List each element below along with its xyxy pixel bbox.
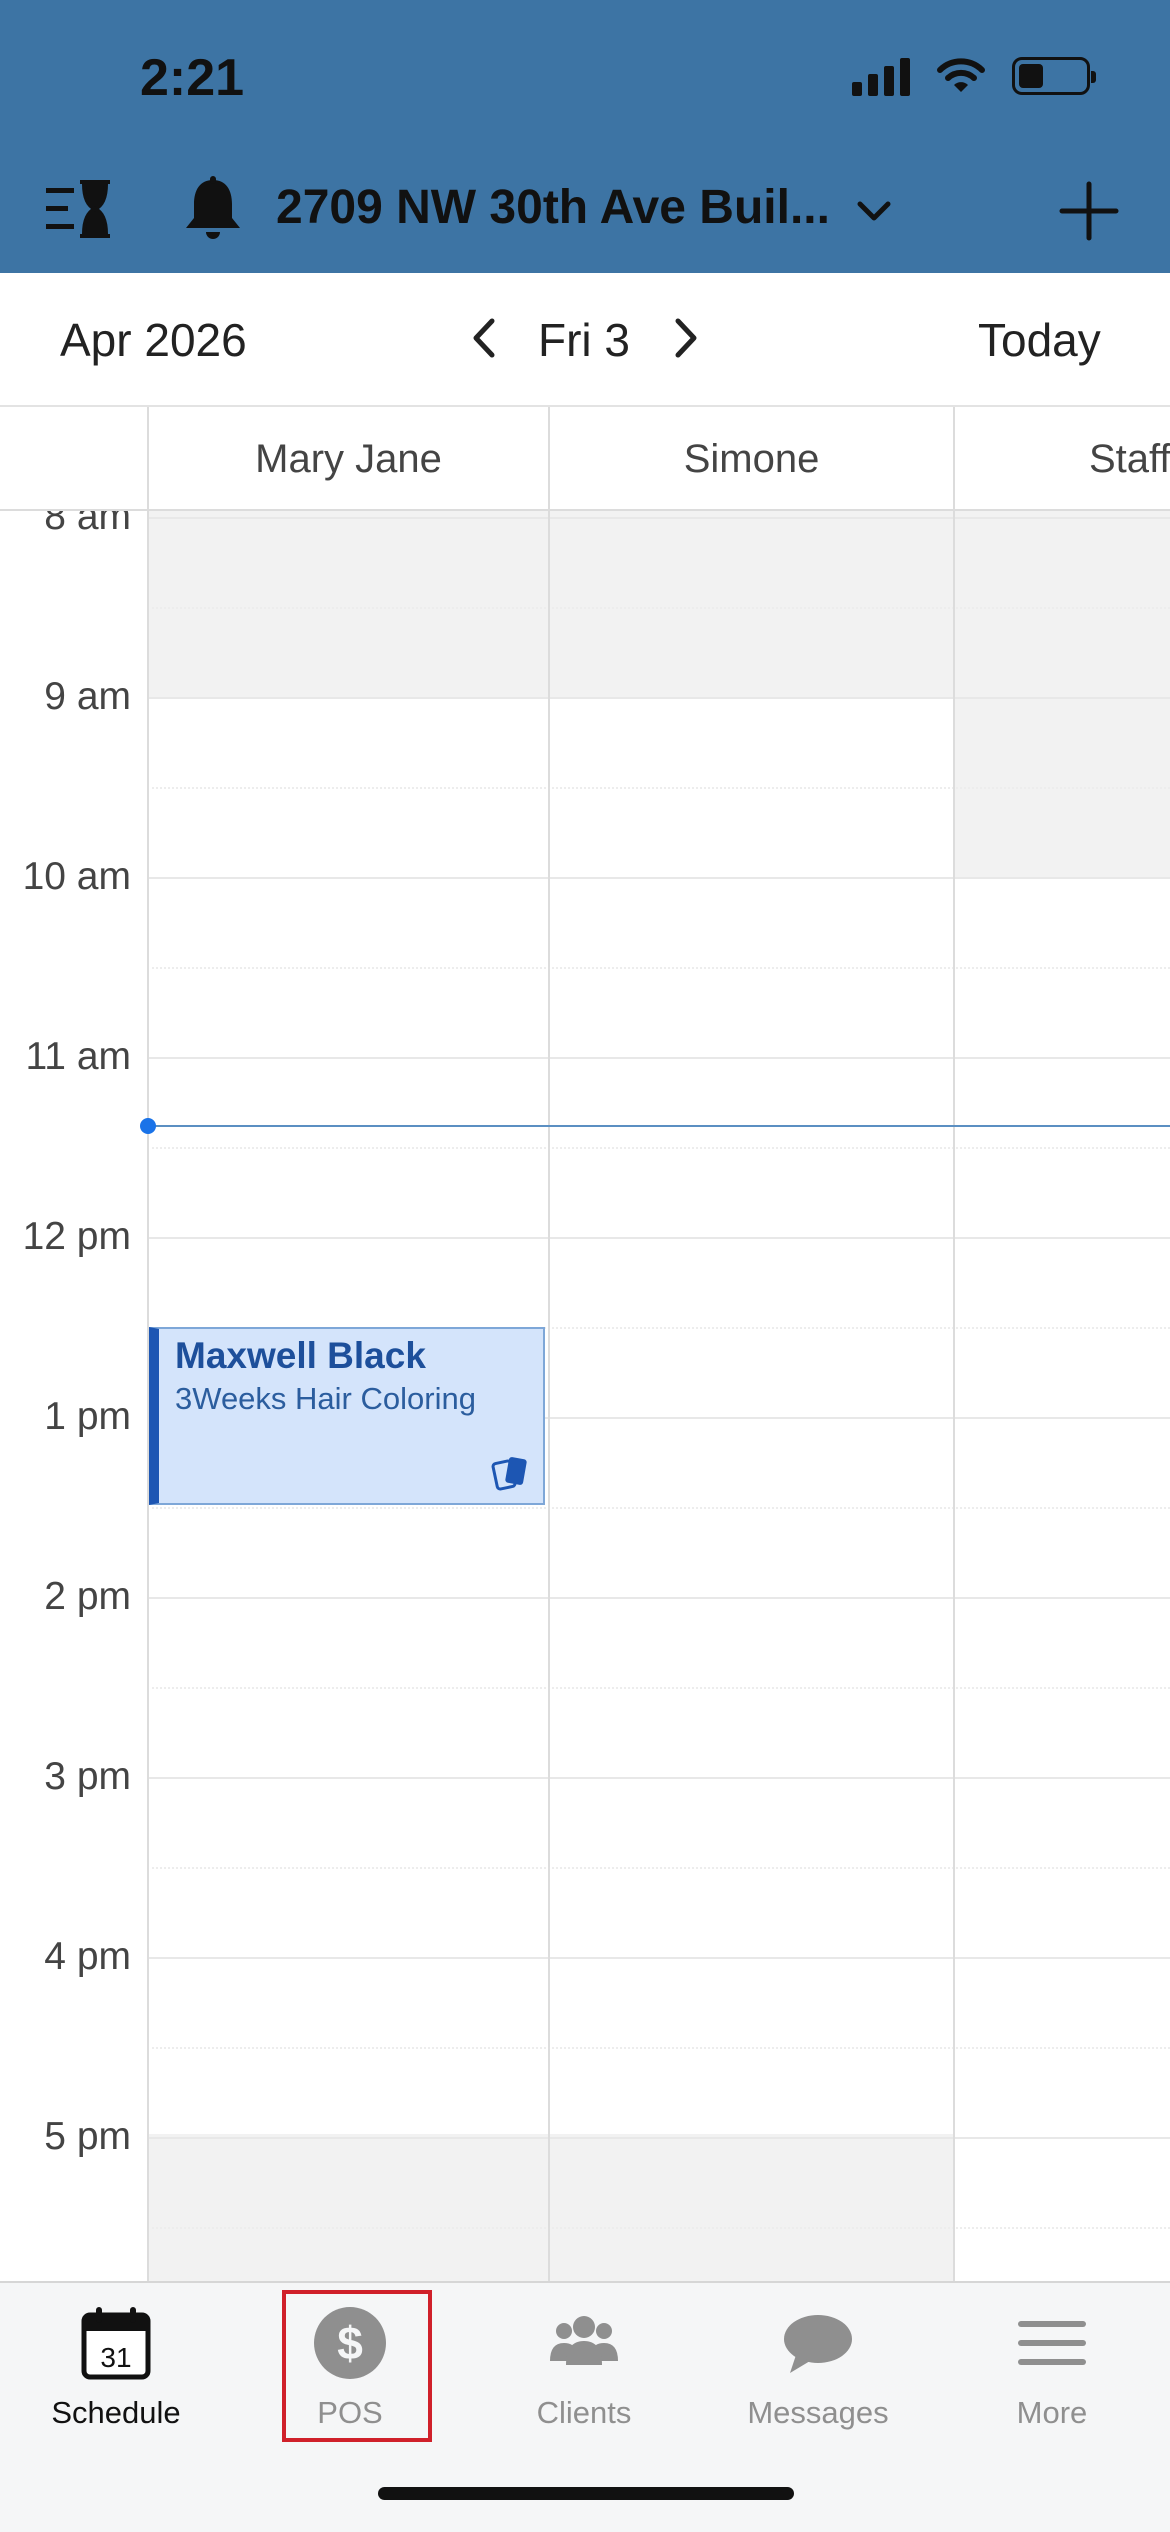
day-label[interactable]: Fri 3 (538, 313, 630, 367)
half-hour-line (147, 2227, 1170, 2229)
time-label: 12 pm (22, 1215, 131, 1258)
tab-more[interactable]: More (952, 2303, 1152, 2453)
tab-messages[interactable]: Messages (718, 2303, 918, 2453)
tab-label: Schedule (51, 2395, 181, 2430)
pos-highlight-box (282, 2290, 432, 2442)
hour-line (147, 1597, 1170, 1599)
half-hour-line (147, 1147, 1170, 1149)
staff-column-header[interactable]: Mary Jane (147, 407, 548, 511)
chevron-left-icon[interactable] (462, 315, 508, 361)
unavailable-block (548, 2134, 953, 2281)
date-navigation: Apr 2026 Fri 3 Today (0, 273, 1170, 407)
unavailable-block (147, 511, 548, 697)
month-label[interactable]: Apr 2026 (60, 313, 247, 367)
time-label: 2 pm (44, 1575, 131, 1618)
appointment-service: 3Weeks Hair Coloring (175, 1381, 476, 1416)
column-divider (548, 511, 550, 2281)
wifi-icon (937, 58, 985, 92)
chevron-down-icon[interactable] (852, 190, 896, 234)
calendar-icon: 31 (81, 2307, 151, 2380)
time-label: 3 pm (44, 1755, 131, 1798)
tab-label: More (1016, 2395, 1088, 2430)
location-selector[interactable]: 2709 NW 30th Ave Buil... (276, 180, 830, 235)
half-hour-line (147, 1507, 1170, 1509)
time-label: 9 am (44, 675, 131, 718)
unavailable-block (953, 511, 1170, 877)
app-header: 2:21 2709 NW 30th Ave Buil... (0, 0, 1170, 273)
hour-line (147, 1777, 1170, 1779)
hour-line (147, 517, 1170, 519)
tab-clients[interactable]: Clients (484, 2303, 684, 2453)
cards-icon (491, 1457, 527, 1491)
current-time-dot (140, 1118, 156, 1134)
time-label: 8 am (44, 511, 131, 538)
tab-schedule[interactable]: 31 Schedule (16, 2303, 216, 2453)
current-time-line (147, 1125, 1170, 1127)
menu-icon (1018, 2321, 1086, 2365)
half-hour-line (147, 2047, 1170, 2049)
staff-column-header[interactable]: Simone (548, 407, 953, 511)
staff-column-header[interactable]: Staff (953, 407, 1170, 511)
home-indicator (378, 2487, 794, 2500)
tab-label: Messages (747, 2395, 889, 2430)
tab-label: Clients (536, 2395, 632, 2430)
status-time: 2:21 (140, 49, 245, 107)
unavailable-block (548, 511, 953, 697)
column-divider (953, 511, 955, 2281)
svg-text:31: 31 (100, 2342, 131, 2373)
staff-header: Mary Jane Simone Staff (0, 407, 1170, 511)
status-icons (852, 56, 1096, 96)
hour-line (147, 1957, 1170, 1959)
unavailable-block (147, 2134, 548, 2281)
hour-line (147, 697, 1170, 699)
time-label: 11 am (25, 1035, 132, 1078)
time-label: 10 am (22, 855, 131, 898)
half-hour-line (147, 1867, 1170, 1869)
battery-icon (1012, 57, 1096, 95)
people-icon (550, 2316, 618, 2365)
hour-line (147, 877, 1170, 879)
time-label: 4 pm (44, 1935, 131, 1978)
hourglass-list-icon[interactable] (44, 174, 114, 244)
chat-bubble-icon (784, 2315, 852, 2373)
half-hour-line (147, 787, 1170, 789)
plus-icon[interactable] (1058, 180, 1120, 242)
half-hour-line (147, 607, 1170, 609)
toolbar: 2709 NW 30th Ave Buil... (0, 160, 1170, 260)
half-hour-line (147, 1687, 1170, 1689)
appointment-client-name: Maxwell Black (175, 1335, 426, 1376)
time-label: 1 pm (44, 1395, 131, 1438)
hour-line (147, 1057, 1170, 1059)
today-button[interactable]: Today (978, 313, 1101, 367)
cellular-signal-icon (852, 56, 910, 96)
appointment-card[interactable]: Maxwell Black 3Weeks Hair Coloring (149, 1327, 545, 1505)
time-label: 5 pm (44, 2115, 131, 2158)
hour-line (147, 2137, 1170, 2139)
hour-line (147, 1237, 1170, 1239)
half-hour-line (147, 967, 1170, 969)
bell-icon[interactable] (178, 174, 248, 244)
schedule-grid[interactable]: 8 am 9 am 10 am 11 am 12 pm 1 pm 2 pm 3 … (0, 511, 1170, 2281)
chevron-right-icon[interactable] (662, 315, 708, 361)
